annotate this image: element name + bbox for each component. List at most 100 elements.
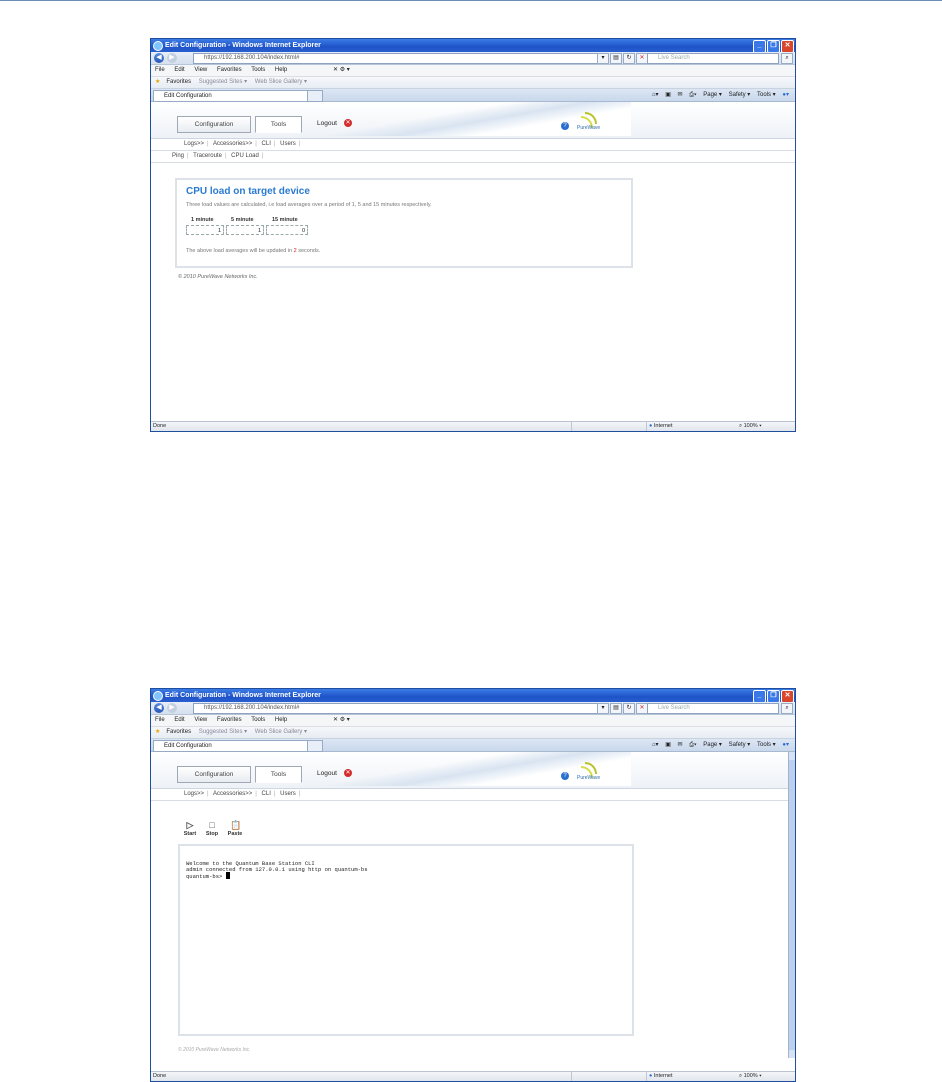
subnav-users[interactable]: Users xyxy=(280,791,296,797)
address-input[interactable]: https://192.168.200.104/index.html# xyxy=(193,703,607,714)
page-menu[interactable]: Page ▾ xyxy=(703,742,722,748)
address-dropdown-icon[interactable]: ▾ xyxy=(597,53,609,64)
feeds-icon[interactable]: ▣ xyxy=(665,742,671,748)
logout-link[interactable]: Logout xyxy=(317,766,337,781)
search-icon[interactable]: ⌕ xyxy=(781,53,793,64)
tab-configuration[interactable]: Configuration xyxy=(177,116,251,133)
back-button[interactable]: ◀ xyxy=(154,703,164,713)
logout-icon[interactable]: ✕ xyxy=(344,769,352,777)
page-content: Configuration Tools Logout ✕ ? PureWave … xyxy=(151,752,795,1058)
menu-file[interactable]: File xyxy=(155,67,165,73)
help-menu-icon[interactable]: ●▾ xyxy=(782,92,789,98)
home-icon[interactable]: ⌂▾ xyxy=(652,742,659,748)
menu-edit[interactable]: Edit xyxy=(174,67,184,73)
subnav-cli[interactable]: CLI xyxy=(262,791,271,797)
subnav-logs[interactable]: Logs>> xyxy=(184,141,204,147)
close-search-icon[interactable]: ✕ ⚙ ▾ xyxy=(333,715,350,726)
home-icon[interactable]: ⌂▾ xyxy=(652,92,659,98)
scrollbar-thumb[interactable] xyxy=(789,760,795,1050)
zoom-level[interactable]: ⌕ 100% ▾ xyxy=(739,1072,762,1081)
forward-button[interactable]: ▶ xyxy=(167,703,177,713)
search-input[interactable]: Live Search xyxy=(647,53,779,64)
subnav-accessories[interactable]: Accessories>> xyxy=(213,141,252,147)
favorites-star-icon: ★ xyxy=(155,729,161,735)
menu-view[interactable]: View xyxy=(194,67,207,73)
header-5-minute: 5 minute xyxy=(231,217,254,223)
start-button[interactable]: ▷ Start xyxy=(179,820,201,837)
help-icon[interactable]: ? xyxy=(561,122,569,130)
paste-button[interactable]: 📋 Paste xyxy=(224,820,246,837)
tab-tools[interactable]: Tools xyxy=(255,766,302,783)
logout-icon[interactable]: ✕ xyxy=(344,119,352,127)
safety-menu[interactable]: Safety ▾ xyxy=(729,742,751,748)
subnav-accessories-items: Ping | Traceroute | CPU Load | xyxy=(151,151,795,163)
status-bar: Done ● Internet ⌕ 100% ▾ xyxy=(151,421,795,431)
load-15-minute-value: 0 xyxy=(266,225,308,235)
status-text: Done xyxy=(153,423,167,429)
subnav-cpu-load[interactable]: CPU Load xyxy=(231,153,259,159)
tab-tools[interactable]: Tools xyxy=(255,116,302,133)
favorites-button[interactable]: Favorites xyxy=(166,79,191,85)
search-icon[interactable]: ⌕ xyxy=(781,703,793,714)
subnav: Logs>> | Accessories>> | CLI | Users | xyxy=(151,139,795,151)
refresh-icon[interactable]: ↻ xyxy=(623,703,635,714)
subnav-ping[interactable]: Ping xyxy=(172,153,184,159)
panel-title: CPU load on target device xyxy=(186,186,310,197)
subnav-logs[interactable]: Logs>> xyxy=(184,791,204,797)
page-menu[interactable]: Page ▾ xyxy=(703,92,722,98)
compatibility-icon[interactable]: ▤ xyxy=(610,53,622,64)
load-1-minute-value: 1 xyxy=(186,225,224,235)
menu-favorites[interactable]: Favorites xyxy=(217,67,242,73)
subnav-traceroute[interactable]: Traceroute xyxy=(193,153,222,159)
compatibility-icon[interactable]: ▤ xyxy=(610,703,622,714)
mail-icon[interactable]: ✉ xyxy=(678,92,683,98)
menu-tools[interactable]: Tools xyxy=(251,67,265,73)
refresh-icon[interactable]: ↻ xyxy=(623,53,635,64)
tab-configuration[interactable]: Configuration xyxy=(177,766,251,783)
menu-view[interactable]: View xyxy=(194,717,207,723)
vertical-scrollbar[interactable] xyxy=(788,752,795,1058)
menu-edit[interactable]: Edit xyxy=(174,717,184,723)
favorites-bar: ★ Favorites Suggested Sites ▾ Web Slice G… xyxy=(151,77,795,89)
back-button[interactable]: ◀ xyxy=(154,53,164,63)
menu-help[interactable]: Help xyxy=(275,717,287,723)
new-tab-button[interactable] xyxy=(307,90,323,102)
subnav-users[interactable]: Users xyxy=(280,141,296,147)
browser-tab[interactable]: Edit Configuration xyxy=(153,740,315,752)
browser-tab[interactable]: Edit Configuration xyxy=(153,90,315,102)
globe-icon: ● xyxy=(649,1073,653,1079)
close-search-icon[interactable]: ✕ ⚙ ▾ xyxy=(333,65,350,76)
address-input[interactable]: https://192.168.200.104/index.html# xyxy=(193,53,607,64)
logout-link[interactable]: Logout xyxy=(317,116,337,131)
tools-menu[interactable]: Tools ▾ xyxy=(757,92,776,98)
web-slice-gallery-link[interactable]: Web Slice Gallery ▾ xyxy=(255,729,307,735)
menu-help[interactable]: Help xyxy=(275,67,287,73)
page-content: Configuration Tools Logout ✕ ? PureWave … xyxy=(151,102,795,408)
search-input[interactable]: Live Search xyxy=(647,703,779,714)
help-menu-icon[interactable]: ●▾ xyxy=(782,742,789,748)
forward-button[interactable]: ▶ xyxy=(167,53,177,63)
copyright: © 2010 PureWave Networks Inc. xyxy=(178,1047,251,1053)
menu-favorites[interactable]: Favorites xyxy=(217,717,242,723)
menu-file[interactable]: File xyxy=(155,717,165,723)
subnav-cli[interactable]: CLI xyxy=(262,141,271,147)
help-icon[interactable]: ? xyxy=(561,772,569,780)
suggested-sites-link[interactable]: Suggested Sites ▾ xyxy=(199,729,247,735)
subnav-accessories[interactable]: Accessories>> xyxy=(213,791,252,797)
new-tab-button[interactable] xyxy=(307,740,323,752)
address-dropdown-icon[interactable]: ▾ xyxy=(597,703,609,714)
stop-button[interactable]: □ Stop xyxy=(201,820,223,837)
print-icon[interactable]: ⎙▾ xyxy=(689,742,696,748)
tools-menu[interactable]: Tools ▾ xyxy=(757,742,776,748)
feeds-icon[interactable]: ▣ xyxy=(665,92,671,98)
print-icon[interactable]: ⎙▾ xyxy=(689,92,696,98)
suggested-sites-link[interactable]: Suggested Sites ▾ xyxy=(199,79,247,85)
menu-tools[interactable]: Tools xyxy=(251,717,265,723)
zoom-level[interactable]: ⌕ 100% ▾ xyxy=(739,422,762,431)
mail-icon[interactable]: ✉ xyxy=(678,742,683,748)
window-titlebar: Edit Configuration - Windows Internet Ex… xyxy=(151,689,795,703)
favorites-button[interactable]: Favorites xyxy=(166,729,191,735)
web-slice-gallery-link[interactable]: Web Slice Gallery ▾ xyxy=(255,79,307,85)
cli-terminal[interactable]: Welcome to the Quantum Base Station CLI … xyxy=(178,844,634,1036)
safety-menu[interactable]: Safety ▾ xyxy=(729,92,751,98)
